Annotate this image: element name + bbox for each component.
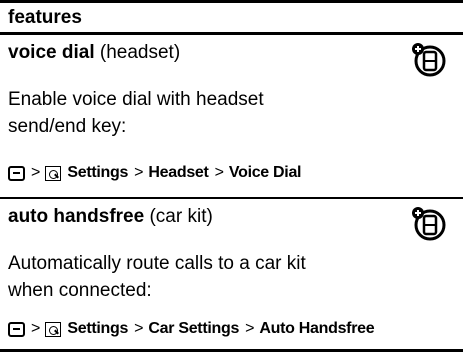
feature-qualifier: (car kit) <box>144 206 213 227</box>
path-separator: > <box>134 164 144 181</box>
description-line: send/end key: <box>8 116 127 137</box>
settings-icon <box>45 165 62 181</box>
feature-qualifier: (headset) <box>94 42 181 63</box>
feature-title-auto-handsfree: auto handsfree (car kit) <box>8 206 213 228</box>
path-separator: > <box>31 320 41 337</box>
feature-table: features voice dial (headset) Enable voi… <box>0 0 463 352</box>
settings-icon <box>45 321 62 337</box>
menu-item-settings: Settings <box>67 320 129 337</box>
menu-item-headset: Headset <box>148 164 209 181</box>
path-separator: > <box>214 164 224 181</box>
menu-item-voice-dial: Voice Dial <box>228 164 302 181</box>
table-top-rule <box>0 0 463 3</box>
row-separator <box>0 197 463 199</box>
menu-item-auto-handsfree: Auto Handsfree <box>259 320 375 337</box>
table-header: features <box>8 7 82 28</box>
menu-item-car-settings: Car Settings <box>148 320 240 337</box>
path-separator: > <box>31 164 41 181</box>
feature-name: voice dial <box>8 42 95 63</box>
menu-path: > Settings > Headset > Voice Dial <box>8 164 302 182</box>
path-separator: > <box>134 320 144 337</box>
description-line: Enable voice dial with headset <box>8 89 264 110</box>
description-line: Automatically route calls to a car kit <box>8 253 306 274</box>
feature-description: Enable voice dial with headset send/end … <box>8 86 264 140</box>
description-line: when connected: <box>8 280 152 301</box>
feature-description: Automatically route calls to a car kit w… <box>8 250 306 304</box>
menu-key-icon <box>8 321 25 337</box>
header-rule <box>0 32 463 35</box>
optional-feature-phone-icon <box>412 207 446 241</box>
feature-title-voice-dial: voice dial (headset) <box>8 42 180 64</box>
menu-key-icon <box>8 165 25 181</box>
menu-path: > Settings > Car Settings > Auto Handsfr… <box>8 320 375 338</box>
menu-item-settings: Settings <box>67 164 129 181</box>
optional-feature-phone-icon <box>412 43 446 77</box>
path-separator: > <box>245 320 255 337</box>
feature-name: auto handsfree <box>8 206 145 227</box>
